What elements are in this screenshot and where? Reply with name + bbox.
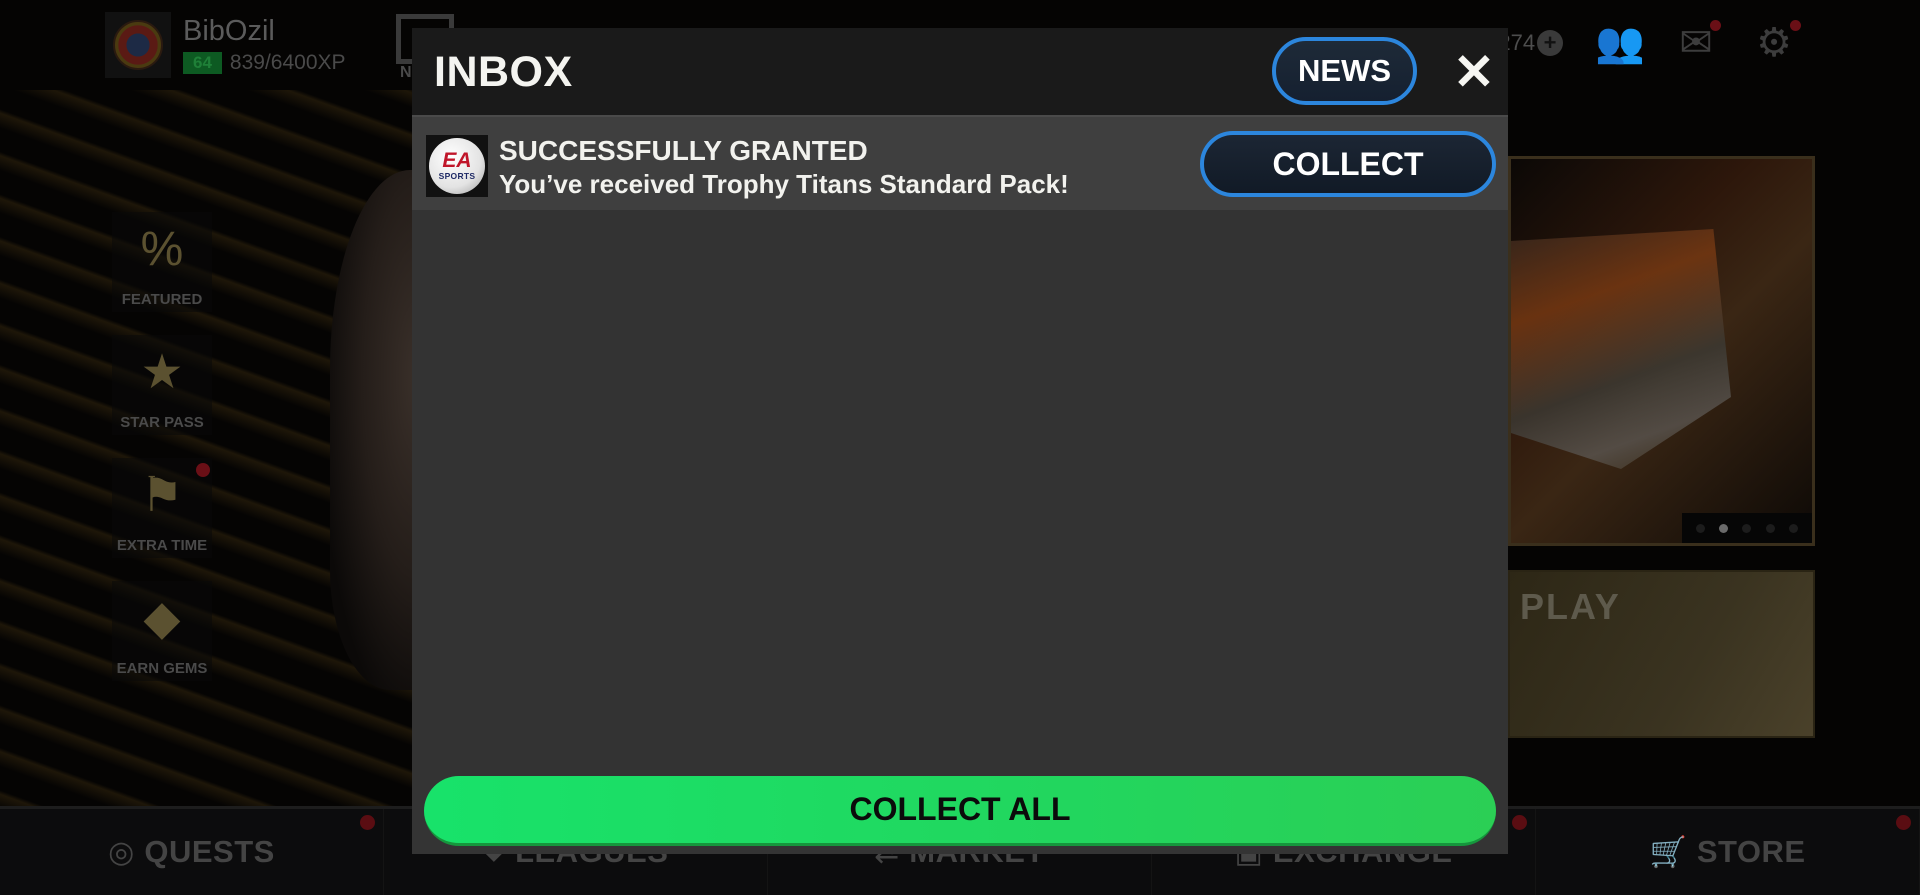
message-body: You’ve received Trophy Titans Standard P… [499, 169, 1069, 199]
ea-logo-mark: EA [442, 149, 472, 172]
message-list-area [412, 210, 1508, 780]
news-button[interactable]: NEWS [1272, 37, 1417, 105]
collect-all-button[interactable]: COLLECT ALL [424, 776, 1496, 846]
inbox-title: INBOX [434, 48, 573, 96]
close-icon[interactable]: ✕ [1444, 42, 1504, 102]
message-title: SUCCESSFULLY GRANTED [499, 135, 868, 166]
ea-logo-sub: SPORTS [438, 171, 476, 181]
collect-button[interactable]: COLLECT [1200, 131, 1496, 197]
inbox-header: INBOX NEWS ✕ [412, 28, 1508, 115]
inbox-message: EA SPORTS SUCCESSFULLY GRANTED You’ve re… [412, 115, 1508, 210]
inbox-modal: INBOX NEWS ✕ EA SPORTS SUCCESSFULLY GRAN… [412, 28, 1508, 854]
ea-sports-logo-icon: EA SPORTS [426, 135, 488, 197]
